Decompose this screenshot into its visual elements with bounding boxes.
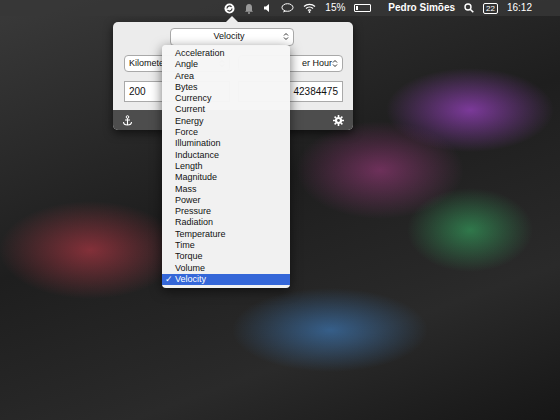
category-menu-item[interactable]: Magnitude [162,172,290,183]
category-menu-item[interactable]: Force [162,127,290,138]
category-menu-item[interactable]: Energy [162,116,290,127]
category-menu-label: Area [175,71,194,81]
category-menu-label: Mass [175,184,197,194]
menu-bar: 15% Pedro Simões 22 16:12 [0,0,560,16]
category-menu-label: Current [175,104,205,114]
category-select[interactable]: Velocity [170,28,294,46]
category-menu-item[interactable]: Currency [162,93,290,104]
category-menu-item[interactable]: Current [162,104,290,115]
search-icon[interactable] [464,3,474,13]
bell-icon[interactable] [244,3,254,14]
category-menu-label: Magnitude [175,172,217,182]
category-menu-item[interactable]: Bytes [162,82,290,93]
category-menu-item[interactable]: Illumination [162,138,290,149]
category-menu-item[interactable]: Acceleration [162,48,290,59]
category-menu-item[interactable]: ✓Velocity [162,274,290,285]
category-menu-item[interactable]: Area [162,71,290,82]
user-menu[interactable]: Pedro Simões [388,3,455,13]
check-icon: ✓ [165,274,173,285]
category-menu-item[interactable]: Power [162,195,290,206]
select-arrow-icon [332,59,338,68]
category-menu: AccelerationAngle AreaBytesCurrencyCurren… [162,45,290,288]
category-menu-item[interactable]: Length [162,161,290,172]
category-menu-label: Force [175,127,198,137]
category-menu-item[interactable]: Time [162,240,290,251]
battery-fill [356,6,358,10]
category-menu-label: Temperature [175,229,226,239]
to-unit-label: er Hour [302,57,332,71]
category-menu-label: Pressure [175,206,211,216]
category-menu-label: Currency [175,93,212,103]
sync-icon[interactable] [224,3,235,14]
category-menu-label: Velocity [175,274,206,284]
category-menu-item[interactable]: Torque [162,251,290,262]
select-arrow-icon [283,32,289,41]
category-menu-label: Illumination [175,138,221,148]
category-menu-item[interactable]: Radiation [162,217,290,228]
wifi-icon[interactable] [303,3,316,13]
clock[interactable]: 16:12 [507,3,532,13]
category-menu-item[interactable]: Pressure [162,206,290,217]
gear-icon[interactable] [333,115,344,126]
category-menu-label: Energy [175,116,204,126]
from-unit-label: Kilomete [129,57,164,71]
popover-tail [226,16,238,22]
calendar-day[interactable]: 22 [483,3,498,14]
battery-percent: 15% [325,3,345,13]
category-menu-item[interactable]: Inductance [162,150,290,161]
category-menu-label: Bytes [175,82,198,92]
category-menu-label: Inductance [175,150,219,160]
anchor-icon[interactable] [122,115,133,126]
category-menu-item[interactable]: Angle [162,59,290,70]
category-menu-label: Power [175,195,201,205]
category-menu-label: Time [175,240,195,250]
category-menu-item[interactable]: Volume [162,263,290,274]
category-menu-label: Length [175,161,203,171]
volume-icon[interactable] [263,3,272,13]
category-menu-label: Angle [175,59,198,69]
desktop: 15% Pedro Simões 22 16:12 Velocity Kilomete er… [0,0,560,420]
chat-icon[interactable] [281,3,294,13]
category-menu-label: Torque [175,251,203,261]
category-menu-label: Volume [175,263,205,273]
category-menu-label: Acceleration [175,48,225,58]
battery-icon[interactable] [354,4,371,12]
category-menu-item[interactable]: Temperature [162,229,290,240]
category-menu-item[interactable]: Mass [162,184,290,195]
category-menu-label: Radiation [175,217,213,227]
category-label: Velocity [175,30,283,44]
